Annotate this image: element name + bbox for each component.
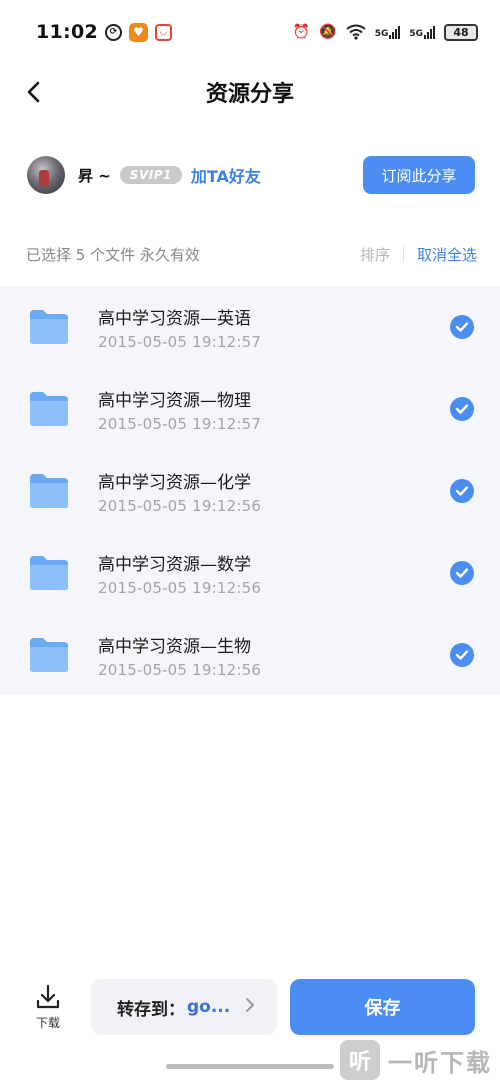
page-title: 资源分享 xyxy=(205,82,294,107)
file-name: 高中学习资源—化学 xyxy=(98,472,251,493)
bottom-action-bar: 下载 转存到： go... 保存 xyxy=(0,978,500,1036)
selection-info: 已选择 5 个文件 永久有效 xyxy=(26,245,200,264)
file-date: 2015-05-05 19:12:56 xyxy=(98,496,262,515)
list-item[interactable]: 高中学习资源—化学 2015-05-05 19:12:56 xyxy=(0,450,500,532)
download-label: 下载 xyxy=(35,1015,60,1030)
file-date: 2015-05-05 19:12:56 xyxy=(98,660,262,679)
battery-level: 48 xyxy=(453,25,469,39)
file-name: 高中学习资源—英语 xyxy=(98,308,251,329)
vip-badge: SVIP1 xyxy=(119,166,182,184)
file-texts: 高中学习资源—化学 2015-05-05 19:12:56 xyxy=(98,468,261,515)
avatar[interactable] xyxy=(27,156,65,194)
checkbox-checked-icon[interactable] xyxy=(450,315,474,339)
save-location-value: go... xyxy=(187,997,231,1017)
file-date: 2015-05-05 19:12:57 xyxy=(98,332,262,351)
status-left: 11:02 ⟳ ♥ ◡ xyxy=(36,21,172,43)
folder-icon xyxy=(30,638,68,672)
home-indicator[interactable] xyxy=(166,1064,334,1069)
sync-icon: ⟳ xyxy=(104,23,122,41)
chevron-right-icon xyxy=(245,997,255,1018)
file-date: 2015-05-05 19:12:56 xyxy=(98,578,262,597)
app-notification-icon: ♥ xyxy=(128,22,148,42)
checkbox-checked-icon[interactable] xyxy=(450,397,474,421)
header: 资源分享 xyxy=(0,64,500,120)
signal-icon-1: 5G xyxy=(374,25,401,39)
file-list: 高中学习资源—英语 2015-05-05 19:12:57 高中学习资源—物理 … xyxy=(0,286,500,695)
username: 昇 ~ xyxy=(78,166,111,185)
battery-icon: 48 xyxy=(444,23,478,41)
status-time: 11:02 xyxy=(36,21,98,43)
watermark-logo: 听 xyxy=(340,1040,380,1080)
save-location-label: 转存到： xyxy=(117,999,185,1020)
watermark: 听 一听下载 xyxy=(340,1038,500,1082)
folder-icon xyxy=(30,474,68,508)
save-button[interactable]: 保存 xyxy=(290,979,475,1035)
chevron-left-icon xyxy=(27,81,40,103)
list-item[interactable]: 高中学习资源—数学 2015-05-05 19:12:56 xyxy=(0,532,500,614)
download-icon xyxy=(36,984,60,1008)
download-button[interactable]: 下载 xyxy=(30,984,66,1031)
checkbox-checked-icon[interactable] xyxy=(450,479,474,503)
sort-button[interactable]: 排序 xyxy=(360,244,390,265)
selection-row: 已选择 5 个文件 永久有效 排序 取消全选 xyxy=(0,240,500,268)
wifi-icon xyxy=(346,24,366,40)
divider xyxy=(402,246,404,262)
list-item[interactable]: 高中学习资源—生物 2015-05-05 19:12:56 xyxy=(0,614,500,696)
network-type-2: 5G xyxy=(409,28,423,39)
app-notification-icon-2: ◡ xyxy=(154,23,172,41)
alarm-icon: ⏰ xyxy=(292,24,311,40)
list-item[interactable]: 高中学习资源—英语 2015-05-05 19:12:57 xyxy=(0,286,500,368)
file-date: 2015-05-05 19:12:57 xyxy=(98,414,262,433)
file-texts: 高中学习资源—生物 2015-05-05 19:12:56 xyxy=(98,632,261,679)
list-item[interactable]: 高中学习资源—物理 2015-05-05 19:12:57 xyxy=(0,368,500,450)
folder-icon xyxy=(30,310,68,344)
status-bar: 11:02 ⟳ ♥ ◡ ⏰ 🔕 5G 5G 48 xyxy=(0,0,500,64)
status-right: ⏰ 🔕 5G 5G 48 xyxy=(292,23,478,41)
back-button[interactable] xyxy=(18,76,50,108)
file-name: 高中学习资源—数学 xyxy=(98,554,251,575)
subscribe-button[interactable]: 订阅此分享 xyxy=(363,156,475,194)
checkbox-checked-icon[interactable] xyxy=(450,643,474,667)
sharer-row: 昇 ~ SVIP1 加TA好友 订阅此分享 xyxy=(0,150,500,200)
file-name: 高中学习资源—物理 xyxy=(98,390,251,411)
watermark-text: 一听下载 xyxy=(388,1048,492,1077)
deselect-all-button[interactable]: 取消全选 xyxy=(417,244,477,265)
file-texts: 高中学习资源—数学 2015-05-05 19:12:56 xyxy=(98,550,261,597)
network-type-1: 5G xyxy=(374,28,389,39)
folder-icon xyxy=(30,556,68,590)
signal-icon-2: 5G xyxy=(409,25,435,39)
checkbox-checked-icon[interactable] xyxy=(450,561,474,585)
add-friend-link[interactable]: 加TA好友 xyxy=(191,163,261,187)
save-location-selector[interactable]: 转存到： go... xyxy=(91,979,277,1035)
file-texts: 高中学习资源—英语 2015-05-05 19:12:57 xyxy=(98,304,261,351)
file-texts: 高中学习资源—物理 2015-05-05 19:12:57 xyxy=(98,386,261,433)
file-name: 高中学习资源—生物 xyxy=(98,636,251,657)
mute-icon: 🔕 xyxy=(319,24,337,40)
folder-icon xyxy=(30,392,68,426)
